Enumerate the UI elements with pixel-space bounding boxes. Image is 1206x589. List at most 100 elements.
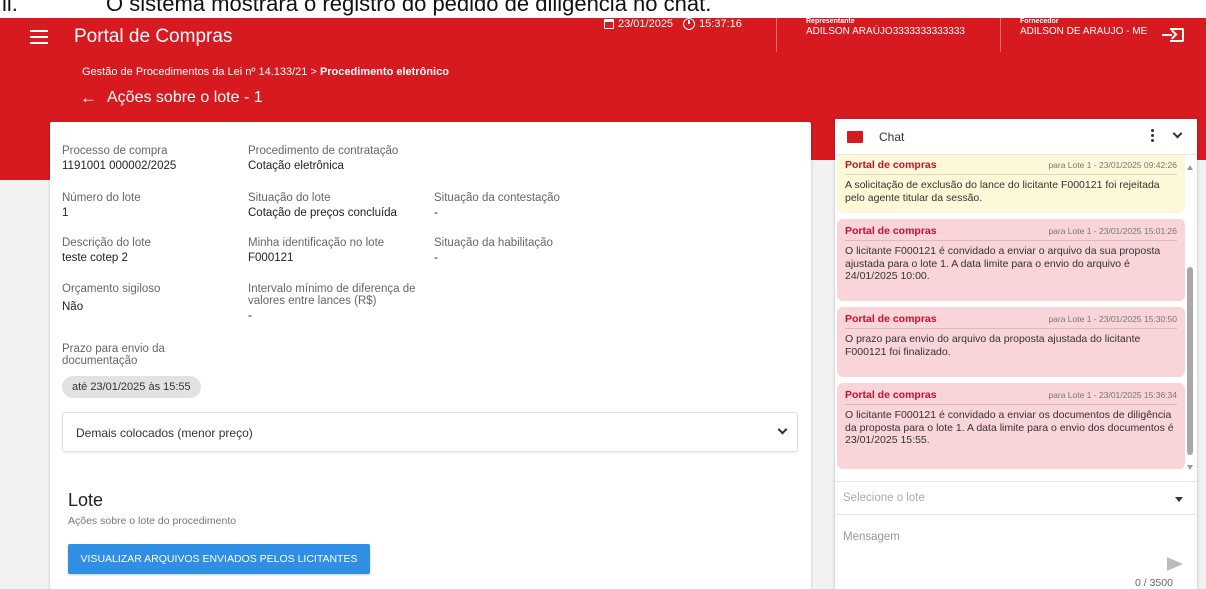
field-numero-lote: Número do lote 1	[62, 192, 141, 219]
field-value: 1191001 000002/2025	[62, 160, 177, 172]
field-intervalo: Intervalo mínimo de diferença de valores…	[248, 283, 448, 322]
logout-icon[interactable]	[1162, 28, 1184, 42]
message-input[interactable]: Mensagem 0 / 3500	[835, 519, 1197, 589]
breadcrumb-part-1[interactable]: Gestão de Procedimentos da Lei nº 14.133…	[82, 66, 320, 78]
field-label: Prazo para envio da documentação	[62, 343, 165, 367]
caret-down-icon	[1175, 497, 1183, 502]
header-divider	[776, 18, 777, 52]
chat-icon	[847, 131, 863, 143]
breadcrumb-part-2: Procedimento eletrônico	[319, 66, 449, 78]
character-counter: 0 / 3500	[1135, 577, 1173, 589]
field-label: Situação da habilitação	[434, 237, 553, 249]
field-procedimento: Procedimento de contratação Cotação elet…	[248, 145, 398, 172]
message-text: O licitante F000121 é convidado a enviar…	[845, 245, 1161, 283]
message-author: Portal de compras	[845, 159, 937, 171]
field-label: Orçamento sigiloso	[62, 283, 161, 295]
chevron-down-icon[interactable]	[1172, 128, 1183, 139]
field-value: Cotação eletrônica	[248, 160, 344, 172]
scroll-down-arrow-icon[interactable]	[1187, 465, 1193, 470]
field-label: Situação da contestação	[434, 192, 560, 204]
message-author: Portal de compras	[845, 225, 937, 237]
header-extension	[0, 160, 50, 180]
message-author: Portal de compras	[845, 389, 937, 401]
fornecedor-info: Fornecedor ADILSON DE ARAUJO - ME	[1020, 18, 1147, 37]
message-text: O prazo para envio do arquivo da propost…	[845, 333, 1141, 358]
field-value: -	[434, 207, 438, 219]
chat-header: Chat	[835, 119, 1197, 155]
message-text: A solicitação de exclusão do lance do li…	[845, 179, 1160, 204]
lote-section-subtitle: Ações sobre o lote do procedimento	[68, 515, 237, 527]
document-caption: ii. O sistema mostrará o registro do ped…	[0, 0, 1206, 18]
field-descricao: Descrição do lote teste cotep 2	[62, 237, 151, 264]
field-label: Processo de compra	[62, 145, 168, 157]
message-placeholder: Mensagem	[843, 531, 900, 543]
scroll-up-arrow-icon[interactable]	[1187, 165, 1193, 170]
more-options-icon[interactable]	[1151, 129, 1155, 145]
caption-number: ii.	[2, 0, 18, 16]
scrollbar-thumb[interactable]	[1187, 267, 1193, 455]
chat-message: Portal de compras para Lote 1 - 23/01/202…	[837, 383, 1185, 469]
field-identificacao: Minha identificação no lote F000121	[248, 237, 384, 264]
message-text: O licitante F000121 é convidado a enviar…	[845, 409, 1174, 447]
caption-text: O sistema mostrará o registro do pedido …	[106, 0, 712, 16]
field-value: Cotação de preços concluída	[248, 207, 397, 219]
field-prazo: Prazo para envio da documentação	[62, 343, 212, 367]
field-label: Minha identificação no lote	[248, 237, 385, 249]
page-title: Ações sobre o lote - 1	[107, 89, 263, 106]
field-situacao-contestacao: Situação da contestação -	[434, 192, 560, 219]
time-text: 15:37:16	[699, 18, 742, 30]
chat-scrollbar[interactable]	[1185, 159, 1195, 477]
app-window: Portal de Compras 23/01/2025 15:37:16 Re…	[0, 18, 1206, 589]
field-label: Situação do lote	[248, 192, 331, 204]
calendar-icon	[604, 19, 614, 29]
lote-select[interactable]: Selecione o lote	[835, 481, 1197, 515]
message-author: Portal de compras	[845, 313, 937, 325]
page-title-row: ← Ações sobre o lote - 1	[80, 88, 263, 108]
field-situacao-lote: Situação do lote Cotação de preços concl…	[248, 192, 397, 219]
clock-icon	[683, 18, 696, 30]
message-meta: para Lote 1 - 23/01/2025 15:01:26	[1048, 226, 1177, 236]
field-label: Número do lote	[62, 192, 141, 204]
field-value: Não	[62, 301, 84, 313]
lote-select-placeholder: Selecione o lote	[843, 492, 925, 504]
chevron-down-icon	[777, 424, 788, 435]
fornecedor-value: ADILSON DE ARAUJO - ME	[1020, 26, 1148, 37]
message-meta: para Lote 1 - 23/01/2025 09:42:26	[1048, 160, 1177, 170]
message-meta: para Lote 1 - 23/01/2025 15:30:50	[1048, 314, 1177, 324]
field-value: -	[248, 310, 252, 322]
field-label: Procedimento de contratação	[248, 145, 399, 157]
field-value: teste cotep 2	[62, 252, 128, 264]
header-divider	[1000, 18, 1001, 52]
hamburger-menu-icon[interactable]	[30, 30, 48, 44]
back-arrow-icon[interactable]: ←	[80, 88, 97, 108]
prazo-badge: até 23/01/2025 às 15:55	[62, 376, 201, 398]
field-habilitacao: Situação da habilitação -	[434, 237, 553, 264]
chat-messages: Portal de compras para Lote 1 - 23/01/202…	[835, 155, 1185, 475]
chat-message: Portal de compras para Lote 1 - 23/01/202…	[837, 307, 1185, 377]
breadcrumb: Gestão de Procedimentos da Lei nº 14.133…	[82, 66, 449, 78]
message-meta: para Lote 1 - 23/01/2025 15:36:34	[1048, 390, 1177, 400]
fornecedor-label: Fornecedor	[1020, 18, 1059, 25]
field-value: -	[434, 252, 438, 264]
field-processo: Processo de compra 1191001 000002/2025	[62, 145, 176, 172]
chat-message: Portal de compras para Lote 1 - 23/01/202…	[837, 155, 1185, 213]
field-value: 1	[62, 207, 69, 219]
expander-label: Demais colocados (menor preço)	[76, 426, 253, 440]
field-orcamento: Orçamento sigiloso Não	[62, 283, 160, 313]
datetime-display: 23/01/2025 15:37:16	[604, 18, 742, 30]
demais-colocados-expander[interactable]: Demais colocados (menor preço)	[62, 412, 798, 452]
field-value: F000121	[248, 252, 294, 264]
field-label: Descrição do lote	[62, 237, 151, 249]
date-text: 23/01/2025	[618, 18, 674, 30]
app-title: Portal de Compras	[74, 26, 233, 47]
lote-section-title: Lote	[68, 490, 104, 510]
representante-label: Representante	[806, 18, 855, 25]
field-label: Intervalo mínimo de diferença de valores…	[248, 283, 416, 307]
send-icon[interactable]	[1167, 557, 1183, 571]
chat-panel: Chat Portal de compras para Lote 1 - 23/0…	[835, 119, 1197, 589]
view-files-button[interactable]: VISUALIZAR ARQUIVOS ENVIADOS PELOS LICIT…	[68, 544, 370, 574]
chat-message: Portal de compras para Lote 1 - 23/01/202…	[837, 219, 1185, 301]
representante-info: Representante ADILSON ARAÚJO333333333333…	[806, 18, 965, 37]
representante-value: ADILSON ARAÚJO3333333333333	[806, 26, 965, 37]
chat-title: Chat	[879, 130, 905, 144]
